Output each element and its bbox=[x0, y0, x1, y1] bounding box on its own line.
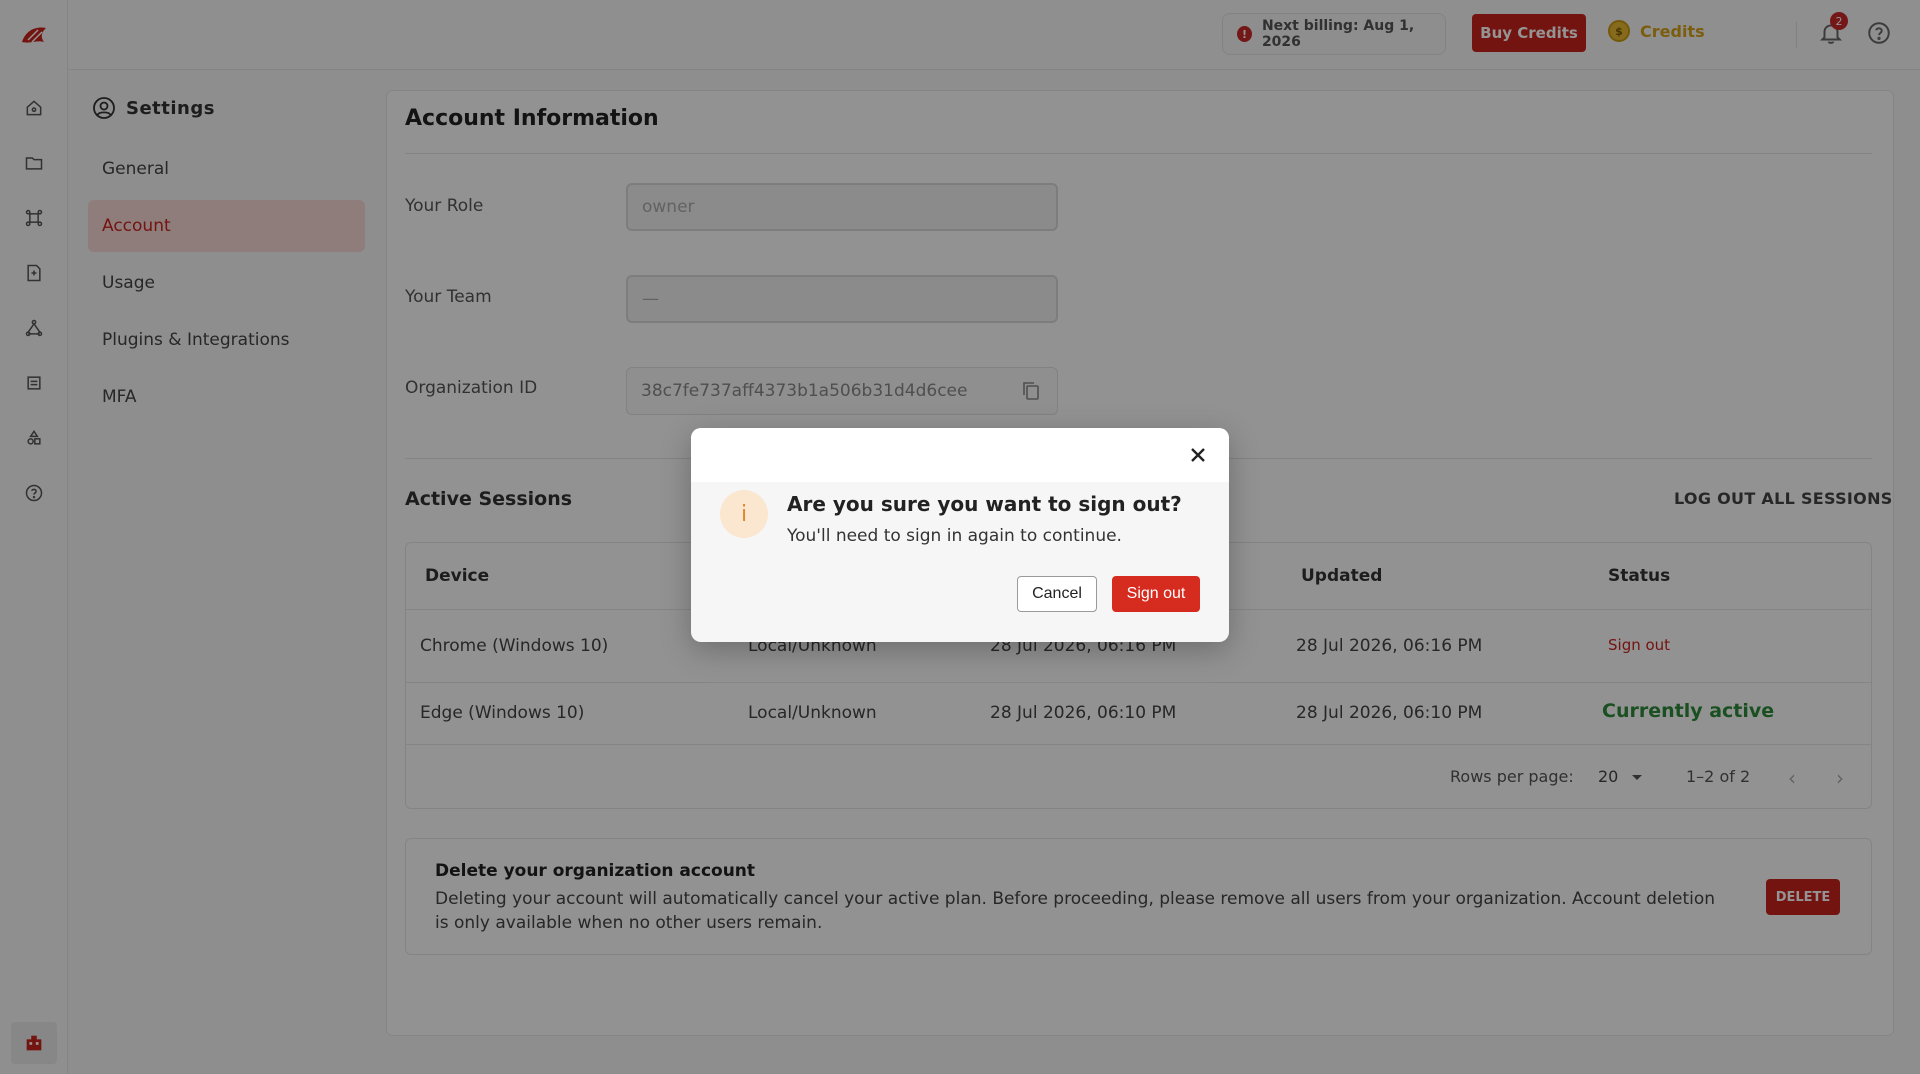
cancel-button[interactable]: Cancel bbox=[1017, 576, 1097, 612]
dialog-question: Are you sure you want to sign out? bbox=[787, 492, 1182, 516]
info-icon: i bbox=[720, 490, 768, 538]
sign-out-button[interactable]: Sign out bbox=[1112, 576, 1200, 612]
dialog-subtext: You'll need to sign in again to continue… bbox=[787, 526, 1122, 546]
close-icon[interactable] bbox=[1187, 444, 1209, 466]
sign-out-dialog: i Are you sure you want to sign out? You… bbox=[691, 428, 1229, 642]
dialog-header bbox=[691, 428, 1229, 482]
